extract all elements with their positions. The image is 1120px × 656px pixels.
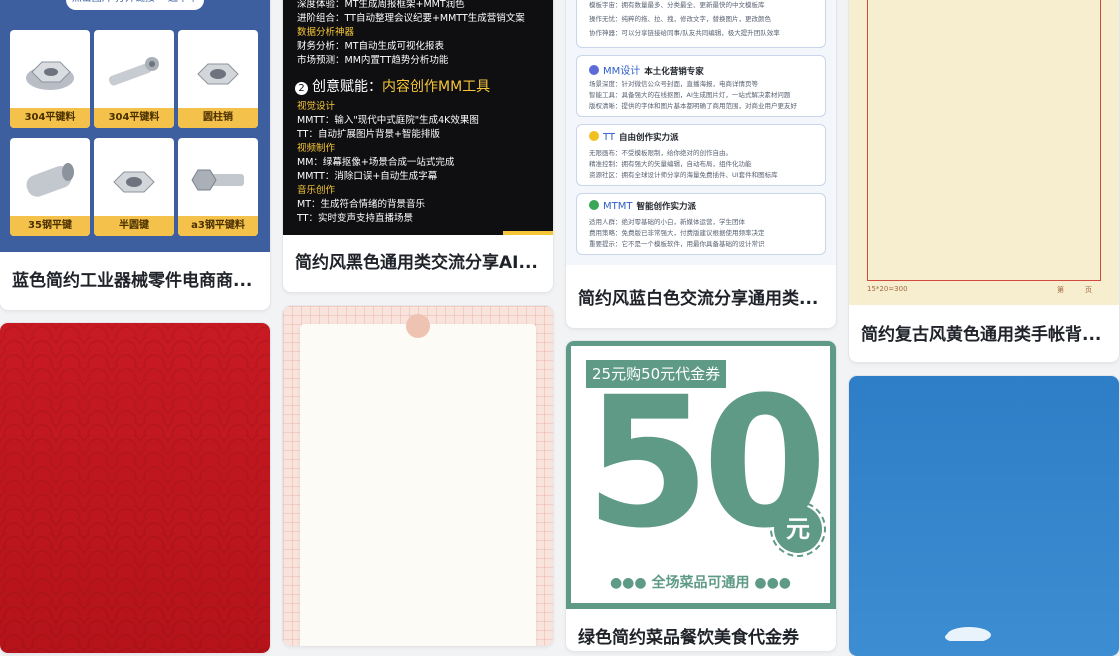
template-card-blue-industrial[interactable]: 点击图片 打开链接 一起下单 304平键料 304平键料 圆柱销 35钢平键 半…: [0, 0, 270, 310]
coupon: 25元购50元代金券 50 元 ●●● 全场菜品可通用 ●●●: [571, 346, 830, 603]
text-line: 智能工具：具备强大的在线抠图，AI生成图片灯，一站式解决素材问题: [589, 91, 791, 99]
bolt-icon: [108, 57, 159, 86]
hex-nut-icon: [26, 61, 74, 90]
brand-dot-icon: [589, 131, 599, 141]
hex-nut-icon: [197, 63, 239, 85]
page-label: 页: [1085, 286, 1092, 294]
part-label: 304平键料: [10, 108, 90, 128]
text-line: 模板宇宙：拥有数量最多、分类最全、更新最快的中文模板库: [589, 1, 765, 9]
text-line: 操作无忧：纯粹的拖、拉、拽，修改文字，替换图片，更改颜色: [589, 15, 771, 23]
text-line: 市场预测：MM内置TT趋势分析功能: [297, 55, 449, 66]
card-thumbnail: 模板宇宙：拥有数量最多、分类最全、更新最快的中文模板库 操作无忧：纯粹的拖、拉、…: [566, 0, 836, 265]
notebook-frame: [867, 0, 1101, 281]
card-title: 简约复古风黄色通用类手帐背...: [861, 325, 1102, 345]
box-heading: MTMT 智能创作实力派: [589, 200, 696, 212]
card-thumbnail: 15*20=300 第 页: [849, 0, 1119, 305]
hex-nut-icon: [113, 171, 155, 193]
part-tile: 35钢平键: [10, 138, 90, 236]
text-line: 深度体验：MT生成周报框架+MMT润色: [297, 0, 465, 10]
card-title: 蓝色简约工业器械零件电商商...: [12, 271, 253, 291]
text-line: 费用策略：免费版已非常强大，付费版建议根据使用频率决定: [589, 229, 765, 237]
info-box: MTMT 智能创作实力派 适用人群：绝对零基础的小白，新媒体运营，学生团体 费用策…: [576, 193, 826, 255]
text-line: MT：生成符合情绪的背景音乐: [297, 199, 425, 210]
sub-heading: 音乐创作: [297, 185, 336, 196]
text-line: 资源社区：拥有全球设计师分享的海量免费插件、UI套件和图标库: [589, 171, 778, 179]
banner-pill: 点击图片 打开链接 一起下单: [66, 0, 204, 10]
part-label: 304平键料: [94, 108, 174, 128]
info-box: 模板宇宙：拥有数量最多、分类最全、更新最快的中文模板库 操作无忧：纯粹的拖、拉、…: [576, 0, 826, 48]
card-thumbnail: 25元购50元代金券 50 元 ●●● 全场菜品可通用 ●●●: [566, 341, 836, 609]
template-card-green-coupon[interactable]: 25元购50元代金券 50 元 ●●● 全场菜品可通用 ●●● 绿色简约菜品餐饮…: [566, 341, 836, 651]
part-label: 35钢平键: [10, 216, 90, 236]
card-thumbnail: 深度体验：MT生成周报框架+MMT润色 进阶组合：TT自动整理会议纪要+MMTT…: [283, 0, 553, 235]
coupon-footer: ●●● 全场菜品可通用 ●●●: [609, 575, 792, 591]
template-card-yellow-notebook[interactable]: 15*20=300 第 页 简约复古风黄色通用类手帐背...: [849, 0, 1119, 362]
page-label: 第: [1057, 286, 1064, 294]
section-number: 2: [295, 82, 308, 95]
section-heading: 2 创意赋能：内容创作MM工具: [295, 76, 490, 96]
text-line: MMTT：消除口误+自动生成字幕: [297, 171, 438, 182]
nut-bolt-icon: [191, 169, 244, 191]
template-card-black-ai[interactable]: 深度体验：MT生成周报框架+MMT润色 进阶组合：TT自动整理会议纪要+MMTT…: [283, 0, 553, 292]
box-heading: TT 自由创作实力派: [589, 131, 679, 143]
part-label: a3钢平键料: [178, 216, 258, 236]
card-title: 绿色简约菜品餐饮美食代金券: [578, 628, 799, 648]
sleeve-icon: [26, 163, 74, 197]
sub-heading: 视频制作: [297, 143, 336, 154]
text-line: 无限画布：不受模板限制，给你绝对的创作自由。: [589, 149, 732, 157]
card-title: 简约风黑色通用类交流分享AI...: [295, 253, 538, 273]
text-line: 重要提示：它不是一个模板软件，用最你具备基础的设计常识: [589, 240, 765, 248]
text-line: TT：自动扩展图片背景+智能排版: [297, 129, 440, 140]
text-line: 精准控制：拥有强大的矢量编辑，自动布局，组件化功能: [589, 160, 752, 168]
text-line: 场景深度：针对微信公众号封面，直播海报，电商详情页等: [589, 80, 758, 88]
info-box: MM设计 本土化营销专家 场景深度：针对微信公众号封面，直播海报，电商详情页等 智…: [576, 55, 826, 117]
cloud-icon: [945, 627, 991, 641]
card-thumbnail: [849, 376, 1119, 656]
template-card-red-pattern[interactable]: [0, 323, 270, 653]
part-tile: 圆柱销: [178, 30, 258, 128]
text-line: 财务分析：MT自动生成可视化报表: [297, 41, 444, 52]
coupon-unit: 元: [770, 501, 826, 557]
note-paper: [300, 324, 536, 646]
part-label: 圆柱销: [178, 108, 258, 128]
card-title: 简约风蓝白色交流分享通用类...: [578, 289, 819, 309]
part-tile: a3钢平键料: [178, 138, 258, 236]
part-label: 半圆键: [94, 216, 174, 236]
sub-heading: 视觉设计: [297, 101, 336, 112]
template-card-blue-sky[interactable]: [849, 376, 1119, 656]
info-box: TT 自由创作实力派 无限画布：不受模板限制，给你绝对的创作自由。 精准控制：拥有…: [576, 124, 826, 186]
text-line: 进阶组合：TT自动整理会议纪要+MMTT生成营销文案: [297, 13, 525, 24]
text-line: 适用人群：绝对零基础的小白，新媒体运营，学生团体: [589, 218, 745, 226]
text-line: MM：绿幕抠像+场景合成一站式完成: [297, 157, 455, 168]
accent-bar: [503, 231, 553, 235]
part-tile: 304平键料: [94, 30, 174, 128]
text-line: 协作神器：可以分享链接给同事/队友共同编辑，极大提升团队效率: [589, 29, 780, 37]
text-line: 版权清晰：提供的字体和图片基本都明确了商用范围，对商业用户更友好: [589, 102, 797, 110]
box-heading: MM设计 本土化营销专家: [589, 62, 704, 77]
text-line: MMTT：输入"现代中式庭院"生成4K效果图: [297, 115, 479, 126]
text-line: TT：实时变声支持直播场景: [297, 213, 413, 224]
brand-dot-icon: [589, 200, 599, 210]
part-tile: 304平键料: [10, 30, 90, 128]
card-thumbnail: 点击图片 打开链接 一起下单 304平键料 304平键料 圆柱销 35钢平键 半…: [0, 0, 270, 252]
card-thumbnail: [0, 323, 270, 653]
sub-heading: 数据分析神器: [297, 27, 355, 38]
template-card-blue-white[interactable]: 模板宇宙：拥有数量最多、分类最全、更新最快的中文模板库 操作无忧：纯粹的拖、拉、…: [566, 0, 836, 328]
card-thumbnail: [283, 306, 553, 646]
template-card-pink-grid[interactable]: [283, 306, 553, 646]
pin-icon: [406, 314, 430, 338]
part-tile: 半圆键: [94, 138, 174, 236]
grid-size-label: 15*20=300: [867, 285, 908, 293]
brand-dot-icon: [589, 65, 599, 75]
